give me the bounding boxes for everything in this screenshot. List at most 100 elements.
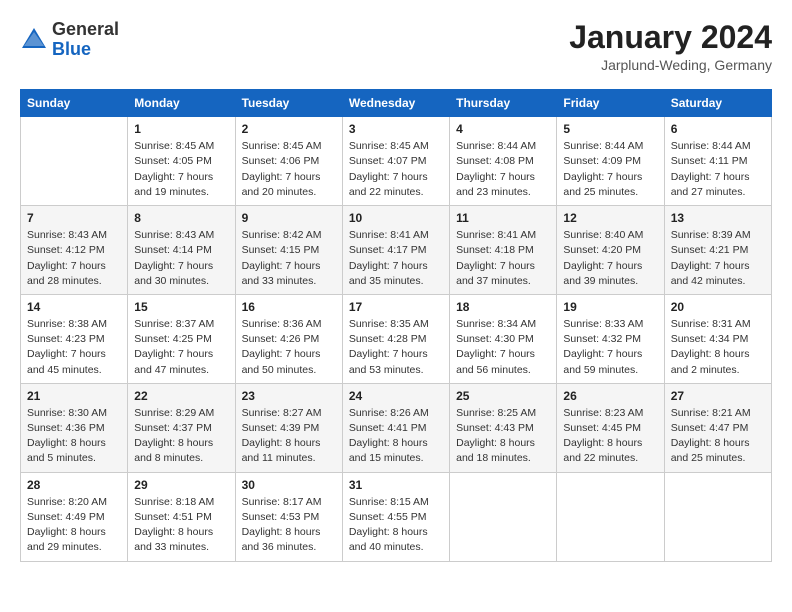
day-number: 6 bbox=[671, 122, 765, 136]
calendar-cell: 20 Sunrise: 8:31 AMSunset: 4:34 PMDayligh… bbox=[664, 294, 771, 383]
calendar-body: 1Sunrise: 8:45 AMSunset: 4:05 PMDaylight… bbox=[21, 117, 772, 561]
day-info: Sunrise: 8:29 AMSunset: 4:37 PMDaylight:… bbox=[134, 406, 228, 467]
weekday-header-saturday: Saturday bbox=[664, 90, 771, 117]
logo: General Blue bbox=[20, 20, 119, 60]
calendar-cell: 5 Sunrise: 8:44 AMSunset: 4:09 PMDaylight… bbox=[557, 117, 664, 206]
day-number: 29 bbox=[134, 478, 228, 492]
day-number: 13 bbox=[671, 211, 765, 225]
calendar-table: SundayMondayTuesdayWednesdayThursdayFrid… bbox=[20, 89, 772, 561]
day-info: Sunrise: 8:35 AMSunset: 4:28 PMDaylight:… bbox=[349, 317, 443, 378]
day-number: 2 bbox=[242, 122, 336, 136]
day-number: 19 bbox=[563, 300, 657, 314]
weekday-header-monday: Monday bbox=[128, 90, 235, 117]
day-number: 16 bbox=[242, 300, 336, 314]
calendar-cell: 17Sunrise: 8:35 AMSunset: 4:28 PMDayligh… bbox=[342, 294, 449, 383]
day-number: 9 bbox=[242, 211, 336, 225]
day-number: 30 bbox=[242, 478, 336, 492]
calendar-cell: 24 Sunrise: 8:26 AMSunset: 4:41 PMDayligh… bbox=[342, 383, 449, 472]
day-info: Sunrise: 8:21 AMSunset: 4:47 PMDaylight:… bbox=[671, 406, 765, 467]
day-number: 24 bbox=[349, 389, 443, 403]
calendar-cell: 10 Sunrise: 8:41 AMSunset: 4:17 PMDayligh… bbox=[342, 206, 449, 295]
day-number: 12 bbox=[563, 211, 657, 225]
day-info: Sunrise: 8:44 AMSunset: 4:11 PMDaylight:… bbox=[671, 139, 765, 200]
day-number: 15 bbox=[134, 300, 228, 314]
day-number: 26 bbox=[563, 389, 657, 403]
calendar-cell: 16 Sunrise: 8:36 AMSunset: 4:26 PMDayligh… bbox=[235, 294, 342, 383]
day-info: Sunrise: 8:43 AMSunset: 4:14 PMDaylight:… bbox=[134, 228, 228, 289]
title-block: January 2024 Jarplund-Weding, Germany bbox=[569, 20, 772, 73]
calendar-week-row: 14 Sunrise: 8:38 AMSunset: 4:23 PMDayligh… bbox=[21, 294, 772, 383]
calendar-cell: 31Sunrise: 8:15 AMSunset: 4:55 PMDayligh… bbox=[342, 472, 449, 561]
weekday-header-sunday: Sunday bbox=[21, 90, 128, 117]
calendar-week-row: 1Sunrise: 8:45 AMSunset: 4:05 PMDaylight… bbox=[21, 117, 772, 206]
day-info: Sunrise: 8:41 AMSunset: 4:18 PMDaylight:… bbox=[456, 228, 550, 289]
calendar-cell: 2 Sunrise: 8:45 AMSunset: 4:06 PMDaylight… bbox=[235, 117, 342, 206]
day-number: 14 bbox=[27, 300, 121, 314]
location-subtitle: Jarplund-Weding, Germany bbox=[569, 57, 772, 73]
day-number: 28 bbox=[27, 478, 121, 492]
day-info: Sunrise: 8:18 AMSunset: 4:51 PMDaylight:… bbox=[134, 495, 228, 556]
calendar-cell: 13Sunrise: 8:39 AMSunset: 4:21 PMDayligh… bbox=[664, 206, 771, 295]
day-info: Sunrise: 8:34 AMSunset: 4:30 PMDaylight:… bbox=[456, 317, 550, 378]
calendar-cell: 3 Sunrise: 8:45 AMSunset: 4:07 PMDaylight… bbox=[342, 117, 449, 206]
weekday-header-thursday: Thursday bbox=[450, 90, 557, 117]
day-info: Sunrise: 8:44 AMSunset: 4:08 PMDaylight:… bbox=[456, 139, 550, 200]
calendar-cell: 26Sunrise: 8:23 AMSunset: 4:45 PMDayligh… bbox=[557, 383, 664, 472]
day-number: 3 bbox=[349, 122, 443, 136]
day-info: Sunrise: 8:31 AMSunset: 4:34 PMDaylight:… bbox=[671, 317, 765, 378]
day-info: Sunrise: 8:15 AMSunset: 4:55 PMDaylight:… bbox=[349, 495, 443, 556]
day-number: 22 bbox=[134, 389, 228, 403]
calendar-cell: 11Sunrise: 8:41 AMSunset: 4:18 PMDayligh… bbox=[450, 206, 557, 295]
weekday-header-tuesday: Tuesday bbox=[235, 90, 342, 117]
calendar-cell: 7 Sunrise: 8:43 AMSunset: 4:12 PMDaylight… bbox=[21, 206, 128, 295]
day-info: Sunrise: 8:41 AMSunset: 4:17 PMDaylight:… bbox=[349, 228, 443, 289]
page-header: General Blue January 2024 Jarplund-Wedin… bbox=[20, 20, 772, 73]
day-info: Sunrise: 8:27 AMSunset: 4:39 PMDaylight:… bbox=[242, 406, 336, 467]
day-info: Sunrise: 8:20 AMSunset: 4:49 PMDaylight:… bbox=[27, 495, 121, 556]
calendar-cell: 21 Sunrise: 8:30 AMSunset: 4:36 PMDayligh… bbox=[21, 383, 128, 472]
day-number: 8 bbox=[134, 211, 228, 225]
day-info: Sunrise: 8:43 AMSunset: 4:12 PMDaylight:… bbox=[27, 228, 121, 289]
day-info: Sunrise: 8:40 AMSunset: 4:20 PMDaylight:… bbox=[563, 228, 657, 289]
calendar-cell bbox=[450, 472, 557, 561]
day-number: 27 bbox=[671, 389, 765, 403]
day-number: 4 bbox=[456, 122, 550, 136]
day-info: Sunrise: 8:30 AMSunset: 4:36 PMDaylight:… bbox=[27, 406, 121, 467]
day-number: 18 bbox=[456, 300, 550, 314]
calendar-cell: 1Sunrise: 8:45 AMSunset: 4:05 PMDaylight… bbox=[128, 117, 235, 206]
calendar-cell: 30 Sunrise: 8:17 AMSunset: 4:53 PMDayligh… bbox=[235, 472, 342, 561]
calendar-cell: 23 Sunrise: 8:27 AMSunset: 4:39 PMDayligh… bbox=[235, 383, 342, 472]
day-info: Sunrise: 8:36 AMSunset: 4:26 PMDaylight:… bbox=[242, 317, 336, 378]
calendar-cell: 8 Sunrise: 8:43 AMSunset: 4:14 PMDaylight… bbox=[128, 206, 235, 295]
logo-general-text: General bbox=[52, 19, 119, 39]
calendar-cell: 18 Sunrise: 8:34 AMSunset: 4:30 PMDayligh… bbox=[450, 294, 557, 383]
calendar-cell: 25Sunrise: 8:25 AMSunset: 4:43 PMDayligh… bbox=[450, 383, 557, 472]
calendar-cell: 15 Sunrise: 8:37 AMSunset: 4:25 PMDayligh… bbox=[128, 294, 235, 383]
day-info: Sunrise: 8:45 AMSunset: 4:07 PMDaylight:… bbox=[349, 139, 443, 200]
calendar-cell: 6 Sunrise: 8:44 AMSunset: 4:11 PMDaylight… bbox=[664, 117, 771, 206]
weekday-header-friday: Friday bbox=[557, 90, 664, 117]
month-year-title: January 2024 bbox=[569, 20, 772, 55]
day-info: Sunrise: 8:37 AMSunset: 4:25 PMDaylight:… bbox=[134, 317, 228, 378]
day-info: Sunrise: 8:44 AMSunset: 4:09 PMDaylight:… bbox=[563, 139, 657, 200]
calendar-cell: 27 Sunrise: 8:21 AMSunset: 4:47 PMDayligh… bbox=[664, 383, 771, 472]
calendar-cell: 9 Sunrise: 8:42 AMSunset: 4:15 PMDaylight… bbox=[235, 206, 342, 295]
day-number: 7 bbox=[27, 211, 121, 225]
calendar-cell: 28 Sunrise: 8:20 AMSunset: 4:49 PMDayligh… bbox=[21, 472, 128, 561]
day-info: Sunrise: 8:26 AMSunset: 4:41 PMDaylight:… bbox=[349, 406, 443, 467]
calendar-cell: 4 Sunrise: 8:44 AMSunset: 4:08 PMDaylight… bbox=[450, 117, 557, 206]
logo-icon bbox=[20, 26, 48, 54]
day-info: Sunrise: 8:45 AMSunset: 4:06 PMDaylight:… bbox=[242, 139, 336, 200]
day-number: 20 bbox=[671, 300, 765, 314]
calendar-cell: 19 Sunrise: 8:33 AMSunset: 4:32 PMDayligh… bbox=[557, 294, 664, 383]
day-info: Sunrise: 8:42 AMSunset: 4:15 PMDaylight:… bbox=[242, 228, 336, 289]
day-number: 23 bbox=[242, 389, 336, 403]
day-info: Sunrise: 8:33 AMSunset: 4:32 PMDaylight:… bbox=[563, 317, 657, 378]
day-info: Sunrise: 8:25 AMSunset: 4:43 PMDaylight:… bbox=[456, 406, 550, 467]
day-number: 5 bbox=[563, 122, 657, 136]
day-number: 10 bbox=[349, 211, 443, 225]
day-number: 21 bbox=[27, 389, 121, 403]
day-info: Sunrise: 8:17 AMSunset: 4:53 PMDaylight:… bbox=[242, 495, 336, 556]
logo-blue-text: Blue bbox=[52, 39, 91, 59]
day-info: Sunrise: 8:38 AMSunset: 4:23 PMDaylight:… bbox=[27, 317, 121, 378]
